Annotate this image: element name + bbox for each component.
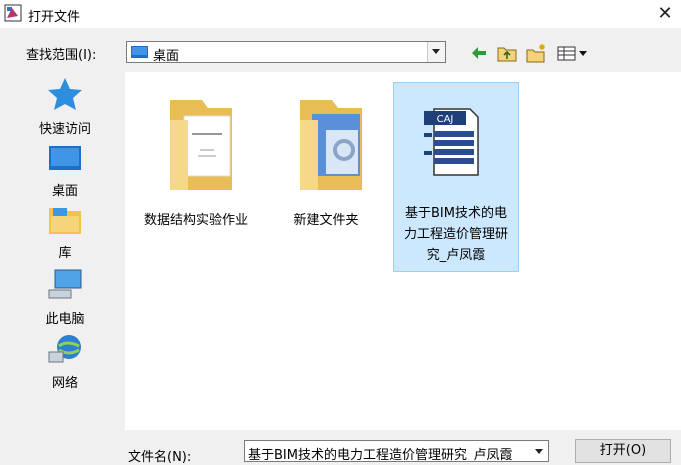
folder-icon [170, 100, 232, 190]
file-item-folder-2[interactable]: 新建文件夹 [263, 90, 389, 231]
chevron-down-icon[interactable] [531, 441, 548, 461]
place-quick-access[interactable]: 快速访问 [10, 76, 120, 137]
lookin-dropdown[interactable]: 桌面 [126, 41, 446, 64]
place-library[interactable]: 库 [10, 204, 120, 261]
file-item-folder-1[interactable]: 数据结构实验作业 [133, 90, 259, 231]
desktop-icon [49, 146, 81, 170]
place-label: 快速访问 [38, 122, 91, 137]
app-icon [4, 4, 22, 22]
file-name: 数据结构实验作业 [143, 213, 248, 228]
file-name-line: 究_卢凤霞 [426, 248, 486, 263]
place-this-pc[interactable]: 此电脑 [10, 268, 120, 327]
up-folder-icon[interactable] [497, 42, 517, 64]
open-button[interactable]: 打开(O) [575, 439, 671, 463]
lookin-value: 桌面 [153, 49, 180, 64]
file-item-caj-document[interactable]: CAJ 基于BIM技术的电 力工程造价管理研 究_卢凤霞 [393, 82, 519, 272]
caj-document-icon: CAJ [424, 108, 479, 176]
title-bar: 打开文件 ✕ [0, 0, 681, 28]
places-bar: 快速访问 桌面 库 此电脑 网络 [10, 72, 120, 432]
file-list[interactable]: 数据结构实验作业 新建文件夹 CAJ 基于BIM技术的电 力工程造价管理研 究_… [125, 72, 681, 430]
view-menu-icon[interactable] [557, 42, 591, 64]
file-name-line: 基于BIM技术的电 [405, 206, 507, 221]
place-desktop[interactable]: 桌面 [10, 144, 120, 199]
place-label: 网络 [51, 376, 78, 391]
folder-icon [300, 100, 362, 190]
desktop-icon [131, 46, 148, 58]
back-arrow-icon[interactable] [470, 42, 488, 64]
place-network[interactable]: 网络 [10, 332, 120, 391]
place-label: 桌面 [51, 184, 78, 199]
computer-icon [48, 269, 82, 299]
filename-value: 基于BIM技术的电力工程造价管理研究_卢凤霞 [248, 448, 513, 462]
file-name: 新建文件夹 [293, 213, 359, 228]
filename-label: 文件名(N): [128, 450, 192, 465]
lookin-label: 查找范围(I): [26, 48, 97, 63]
filename-input[interactable]: 基于BIM技术的电力工程造价管理研究_卢凤霞 [244, 440, 549, 462]
library-icon [49, 208, 81, 234]
chevron-down-icon[interactable] [427, 42, 445, 62]
place-label: 库 [58, 246, 72, 261]
star-icon [48, 78, 82, 110]
file-name-line: 力工程造价管理研 [403, 227, 508, 242]
new-folder-icon[interactable] [526, 42, 548, 64]
close-button[interactable]: ✕ [653, 2, 677, 26]
network-icon [48, 335, 81, 363]
place-label: 此电脑 [45, 312, 85, 327]
caj-badge: CAJ [437, 114, 454, 125]
window-title: 打开文件 [28, 10, 81, 25]
